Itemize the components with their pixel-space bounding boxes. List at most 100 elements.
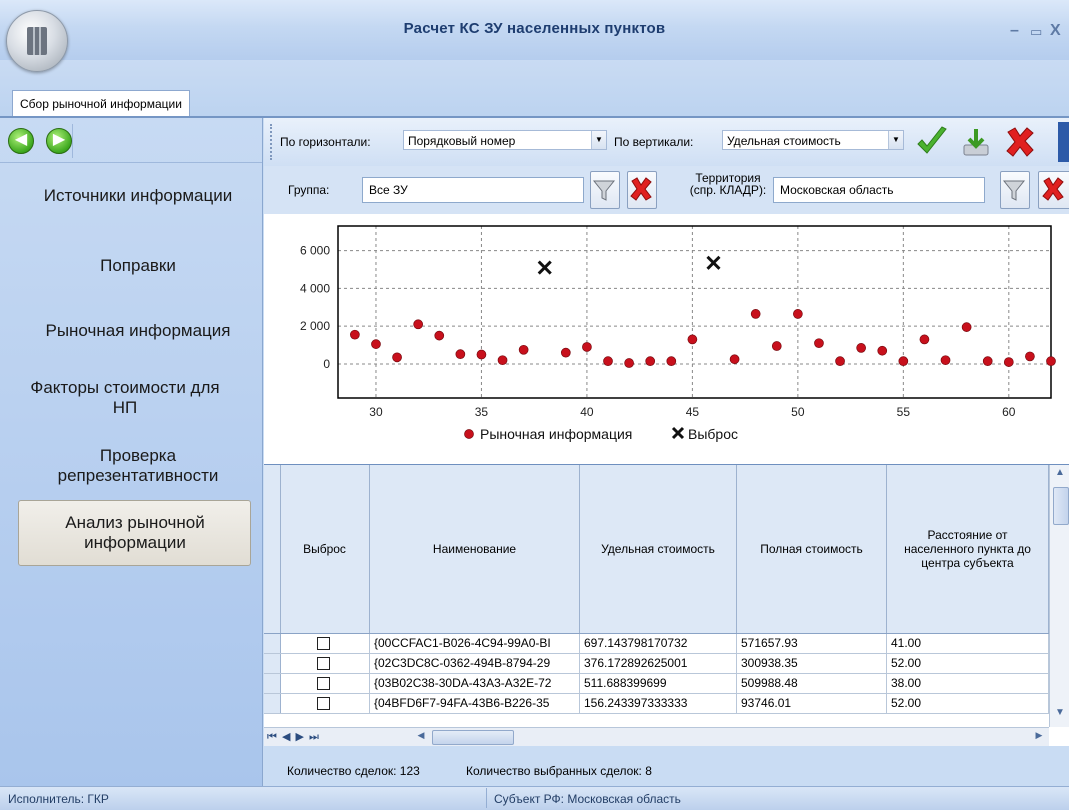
nav-item-representativeness[interactable]: Проверка репрезентативности — [22, 446, 254, 486]
territory-clear-button[interactable] — [1038, 171, 1069, 209]
legend-outlier-marker — [671, 426, 685, 440]
group-clear-button[interactable] — [627, 171, 657, 209]
close-button[interactable]: X — [1050, 22, 1061, 40]
arrow-left-icon: ◀ — [14, 131, 28, 148]
selected-deals-count: Количество выбранных сделок: 8 — [466, 764, 652, 778]
executor-status: Исполнитель: ГКР — [8, 792, 109, 806]
back-button[interactable]: ◀ — [8, 128, 34, 154]
status-divider — [486, 788, 487, 808]
maximize-button[interactable]: ▭ — [1030, 24, 1042, 40]
horizontal-axis-select[interactable]: Порядковый номер ▼ — [403, 130, 607, 150]
market-point — [392, 352, 402, 363]
x-tick-label: 55 — [897, 405, 911, 419]
full-cost-cell: 300938.35 — [737, 654, 887, 673]
funnel-icon — [1002, 180, 1026, 201]
market-point — [434, 330, 445, 341]
row-indicator[interactable] — [264, 674, 281, 693]
distance-cell: 52.00 — [887, 654, 1049, 673]
nav-item-sources[interactable]: Источники информации — [22, 186, 254, 206]
table-row[interactable]: {03B02C38-30DA-43A3-A32E-72 511.68839969… — [264, 674, 1049, 694]
row-indicator[interactable] — [264, 634, 281, 653]
outlier-cell — [280, 674, 370, 693]
tab-market-data-collection[interactable]: Сбор рыночной информации — [12, 90, 190, 117]
red-x-icon — [630, 177, 652, 201]
legend-outlier-label: Выброс — [688, 426, 738, 442]
column-header-outlier[interactable]: Выброс — [280, 465, 370, 633]
market-point — [560, 347, 571, 358]
market-point — [750, 309, 761, 319]
column-header-full-cost[interactable]: Полная стоимость — [737, 465, 887, 633]
territory-filter-button[interactable] — [1000, 171, 1030, 209]
forward-button[interactable]: ▶ — [46, 128, 72, 154]
scroll-down-icon[interactable]: ▼ — [1052, 707, 1068, 723]
horizontal-scrollbar[interactable]: ⏮ ◀ ▶ ⏭ ◀ ▶ — [264, 727, 1049, 747]
grid-corner — [264, 465, 281, 633]
table-row[interactable]: {04BFD6F7-94FA-43B6-B226-35 156.24339733… — [264, 694, 1049, 714]
column-header-distance[interactable]: Расстояние от населенного пункта до цент… — [887, 465, 1049, 633]
record-navigator[interactable]: ⏮ ◀ ▶ ⏭ — [267, 729, 337, 745]
market-point — [371, 339, 381, 349]
table-row[interactable]: {00CCFAC1-B026-4C94-99A0-BI 697.14379817… — [264, 634, 1049, 654]
market-point — [603, 356, 613, 366]
market-point — [476, 349, 487, 360]
download-icon[interactable] — [960, 125, 994, 159]
outlier-cell — [280, 634, 370, 653]
market-point — [455, 349, 466, 359]
minimize-button[interactable]: – — [1010, 22, 1019, 40]
chevron-down-icon[interactable]: ▼ — [591, 131, 606, 149]
table-row[interactable]: {02C3DC8C-0362-494B-8794-29 376.17289262… — [264, 654, 1049, 674]
market-point — [856, 343, 866, 353]
market-point — [793, 309, 803, 319]
funnel-icon — [592, 180, 616, 201]
market-point — [961, 322, 972, 332]
outlier-cell — [280, 654, 370, 673]
chart-area: 30 35 40 45 50 55 60 0 2 000 4 000 6 000 Рыночная и… — [264, 214, 1069, 464]
toolbar-overflow[interactable] — [1058, 122, 1069, 162]
red-x-icon — [1042, 177, 1064, 201]
window-title: Расчет КС ЗУ населенных пунктов — [403, 20, 666, 37]
full-cost-cell: 571657.93 — [737, 634, 887, 653]
name-cell: {03B02C38-30DA-43A3-A32E-72 — [370, 674, 580, 693]
scroll-right-icon[interactable]: ▶ — [1032, 730, 1046, 744]
outlier-point — [537, 260, 552, 275]
market-point — [350, 329, 360, 340]
market-point — [687, 334, 698, 345]
column-header-unit-cost[interactable]: Удельная стоимость — [580, 465, 737, 633]
row-indicator[interactable] — [264, 694, 281, 713]
hscroll-thumb[interactable] — [432, 730, 514, 745]
nav-item-corrections[interactable]: Поправки — [22, 256, 254, 276]
group-filter-button[interactable] — [590, 171, 620, 209]
market-point — [582, 342, 592, 352]
nav-separator — [0, 162, 262, 163]
market-point — [1046, 356, 1056, 366]
distance-cell: 38.00 — [887, 674, 1049, 693]
scroll-left-icon[interactable]: ◀ — [414, 730, 428, 744]
y-tick-label: 2 000 — [300, 319, 330, 333]
name-cell: {02C3DC8C-0362-494B-8794-29 — [370, 654, 580, 673]
app-menu-button[interactable] — [6, 10, 68, 72]
scroll-up-icon[interactable]: ▲ — [1052, 467, 1068, 483]
checkmark-icon[interactable] — [915, 125, 949, 159]
scroll-thumb[interactable] — [1053, 487, 1069, 525]
nav-item-market-info[interactable]: Рыночная информация — [22, 321, 254, 341]
row-indicator[interactable] — [264, 654, 281, 673]
chevron-down-icon[interactable]: ▼ — [888, 131, 903, 149]
delete-icon[interactable] — [1003, 125, 1037, 159]
arrow-right-icon: ▶ — [52, 131, 66, 148]
y-tick-label: 0 — [323, 357, 330, 371]
vertical-axis-select[interactable]: Удельная стоимость ▼ — [722, 130, 904, 150]
outlier-cell — [280, 694, 370, 713]
toolbar-grip[interactable] — [270, 124, 275, 160]
name-cell: {00CCFAC1-B026-4C94-99A0-BI — [370, 634, 580, 653]
x-tick-label: 40 — [580, 405, 594, 419]
territory-field[interactable]: Московская область — [773, 177, 985, 203]
nav-item-cost-factors[interactable]: Факторы стоимости для НП — [20, 378, 230, 418]
group-field[interactable]: Все ЗУ — [362, 177, 584, 203]
market-point — [1003, 357, 1014, 367]
market-point — [1025, 351, 1035, 362]
column-header-name[interactable]: Наименование — [370, 465, 580, 633]
distance-cell: 41.00 — [887, 634, 1049, 653]
subject-status: Субъект РФ: Московская область — [494, 792, 681, 806]
vertical-scrollbar[interactable]: ▲ ▼ — [1049, 465, 1069, 727]
horizontal-axis-label: По горизонтали: — [280, 135, 371, 149]
